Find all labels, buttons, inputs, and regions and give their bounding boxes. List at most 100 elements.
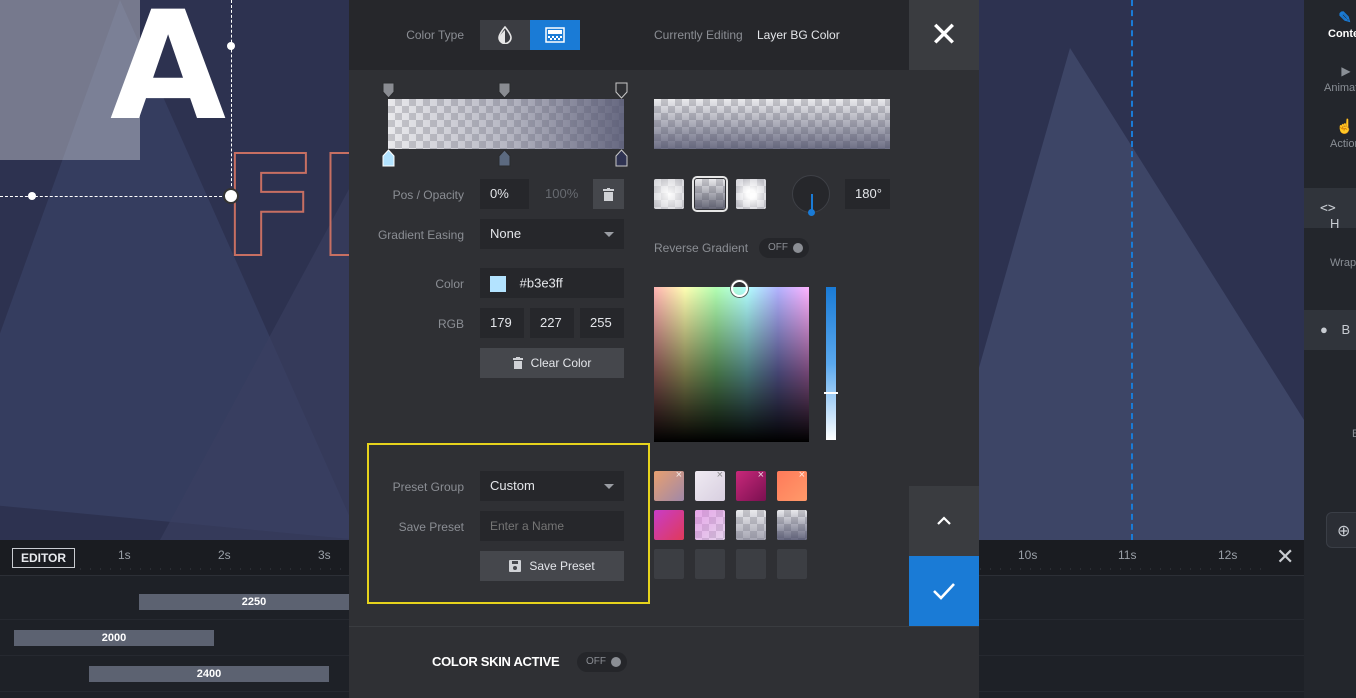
save-preset-button[interactable]: Save Preset	[480, 551, 624, 581]
preset-group-select[interactable]: Custom	[480, 471, 624, 501]
opacity-stop-handle[interactable]	[382, 82, 395, 99]
chevron-up-icon	[937, 516, 951, 525]
sidebar-item-content[interactable]: ✎ Content	[1304, 8, 1356, 40]
remove-swatch-icon[interactable]: ×	[758, 471, 764, 481]
resize-handle-top[interactable]	[227, 42, 235, 50]
radial-gradient-type[interactable]	[736, 179, 766, 209]
chevron-down-icon	[604, 232, 614, 237]
gradient-color-button[interactable]	[530, 20, 580, 50]
modal-header: Color Type Currently Editing Layer BG Co…	[349, 0, 909, 70]
currently-editing-value: Layer BG Color	[757, 28, 840, 42]
tick-11s: 11s	[1118, 548, 1137, 562]
preset-swatch[interactable]	[695, 510, 725, 540]
remove-swatch-icon[interactable]: ×	[717, 471, 723, 481]
b-label: B	[1352, 428, 1356, 440]
resize-handle-left[interactable]	[28, 192, 36, 200]
chevron-down-icon	[604, 484, 614, 489]
delete-stop-button[interactable]	[593, 179, 624, 209]
sidebar-item-actions[interactable]: ☝ Actions	[1304, 118, 1356, 150]
preset-swatch[interactable]: ×	[654, 471, 684, 501]
remove-swatch-icon[interactable]: ×	[799, 471, 805, 481]
close-icon: ✕	[929, 16, 959, 54]
gradient-easing-select[interactable]: None	[480, 219, 624, 249]
angle-input[interactable]: 180°	[845, 179, 890, 209]
color-picker-modal: Color Type Currently Editing Layer BG Co…	[349, 0, 979, 698]
sidebar-row-bg[interactable]: ● B	[1304, 310, 1356, 350]
preset-swatch[interactable]	[736, 510, 766, 540]
timeline-close-icon[interactable]: ✕	[1276, 546, 1294, 568]
rgb-green-input[interactable]: 227	[530, 308, 574, 338]
vertical-gradient-type[interactable]	[692, 176, 728, 212]
preset-swatch[interactable]: ×	[777, 471, 807, 501]
hue-slider-handle[interactable]	[824, 392, 838, 394]
timeline-bar[interactable]: 2250	[139, 594, 369, 610]
code-icon: <>	[1320, 201, 1336, 216]
reverse-gradient-label: Reverse Gradient	[654, 241, 749, 255]
preset-group-label: Preset Group	[392, 480, 464, 494]
color-picker-cursor[interactable]	[731, 280, 748, 297]
opacity-input[interactable]: 100%	[535, 179, 585, 209]
gradient-stops	[382, 82, 628, 167]
preset-swatch[interactable]: ×	[736, 471, 766, 501]
tick-12s: 12s	[1218, 548, 1238, 562]
angle-dial[interactable]	[792, 175, 830, 216]
gradient-icon	[545, 27, 565, 43]
color-skin-label: COLOR SKIN ACTIVE	[432, 654, 560, 669]
linear-gradient-type[interactable]	[654, 179, 684, 209]
resize-handle-corner[interactable]	[223, 188, 239, 204]
clear-color-button[interactable]: Clear Color	[480, 348, 624, 378]
gradient-preview	[654, 99, 890, 149]
timeline-bar[interactable]: 2400	[89, 666, 329, 682]
opacity-stop-handle[interactable]	[498, 82, 511, 99]
droplet-icon	[498, 26, 512, 44]
hand-icon: ☝	[1336, 118, 1354, 134]
currently-editing-label: Currently Editing	[654, 28, 743, 42]
wrap-label: Wrap	[1330, 257, 1356, 269]
preset-swatch[interactable]	[654, 510, 684, 540]
sidebar-item-animation[interactable]: ▶ Animation	[1304, 64, 1356, 94]
preset-swatch-empty[interactable]	[736, 549, 766, 579]
preset-name-input[interactable]	[480, 511, 624, 541]
color-saturation-field[interactable]	[654, 280, 809, 442]
close-modal-button[interactable]: ✕	[909, 0, 979, 70]
timeline-bar[interactable]: 2000	[14, 630, 214, 646]
save-preset-label: Save Preset	[398, 520, 464, 534]
preset-swatch[interactable]: ×	[695, 471, 725, 501]
color-stop-handle[interactable]	[498, 149, 511, 167]
color-skin-toggle[interactable]: OFF	[577, 652, 627, 672]
color-type-label: Color Type	[406, 28, 464, 42]
gradient-easing-label: Gradient Easing	[377, 228, 464, 242]
apply-button[interactable]	[909, 556, 979, 626]
modal-footer: COLOR SKIN ACTIVE OFF	[349, 626, 979, 698]
trash-icon	[603, 187, 614, 201]
outline-text[interactable]: FI	[221, 137, 371, 279]
solid-color-button[interactable]	[480, 20, 530, 50]
tick-1s: 1s	[118, 548, 131, 562]
guide-line-blue	[1131, 0, 1133, 540]
save-icon	[509, 560, 522, 572]
rgb-label: RGB	[437, 317, 464, 331]
preset-swatch-empty[interactable]	[695, 549, 725, 579]
position-input[interactable]: 0%	[480, 179, 529, 209]
tick-10s: 10s	[1018, 548, 1038, 562]
remove-swatch-icon[interactable]: ×	[676, 471, 682, 481]
globe-icon[interactable]: ⊕	[1326, 512, 1356, 548]
preset-swatch-empty[interactable]	[654, 549, 684, 579]
rgb-blue-input[interactable]: 255	[580, 308, 624, 338]
color-stop-handle[interactable]	[615, 149, 628, 167]
right-sidebar: ✎ Content ▶ Animation ☝ Actions <> H Wra…	[1304, 0, 1356, 698]
opacity-stop-handle[interactable]	[615, 82, 628, 99]
collapse-button[interactable]	[909, 486, 979, 556]
pos-opacity-label: Pos / Opacity	[392, 188, 464, 202]
rgb-red-input[interactable]: 179	[480, 308, 524, 338]
reverse-gradient-toggle[interactable]: OFF	[759, 238, 809, 258]
hue-slider[interactable]	[824, 287, 838, 440]
preset-swatch[interactable]	[777, 510, 807, 540]
preset-swatch-empty[interactable]	[777, 549, 807, 579]
play-icon: ▶	[1341, 64, 1351, 78]
editor-tab[interactable]: EDITOR	[12, 548, 75, 568]
pencil-icon: ✎	[1338, 10, 1352, 27]
sidebar-row-html[interactable]: <> H	[1304, 188, 1356, 231]
color-hex-input[interactable]: #b3e3ff	[480, 268, 624, 298]
color-stop-handle[interactable]	[382, 149, 395, 167]
